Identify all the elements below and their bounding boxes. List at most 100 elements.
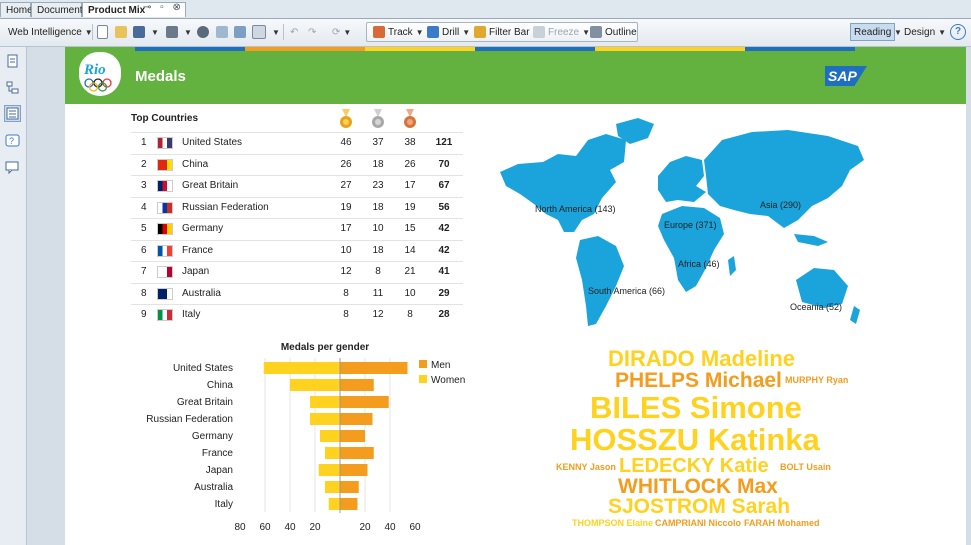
- country-flag-icon: [157, 158, 173, 171]
- rank-cell: 6: [141, 244, 147, 256]
- rank-cell: 4: [141, 201, 147, 213]
- bar-women: [328, 498, 340, 510]
- category-label: Australia: [194, 482, 233, 493]
- table-row[interactable]: 1 United States 46 37 38 121: [131, 132, 463, 154]
- table-row[interactable]: 4 Russian Federation 19 18 19 56: [131, 196, 463, 219]
- bronze-count-cell: 10: [404, 287, 416, 299]
- world-map: North America (143) Europe (371) Asia (2…: [500, 118, 864, 326]
- bar-men: [340, 498, 358, 510]
- outline-icon: [590, 26, 602, 39]
- map-region-indonesia: [794, 234, 828, 246]
- web-intelligence-menu[interactable]: Web Intelligence ▼: [8, 23, 93, 42]
- canvas-margin-left: [27, 47, 65, 545]
- banner-stripe: [595, 47, 745, 51]
- bar-men: [340, 413, 373, 425]
- bronze-count-cell: 19: [404, 201, 416, 213]
- document-summary-icon[interactable]: [4, 53, 21, 70]
- gold-count-cell: 27: [340, 180, 352, 191]
- x-tick-label: 20: [359, 522, 371, 533]
- track-label: Track: [388, 27, 413, 38]
- filter-bar-button[interactable]: Filter Bar: [474, 23, 530, 42]
- bar-women: [290, 379, 340, 391]
- bar-men: [340, 379, 374, 391]
- tab-actions: ⊸ ▫ ⊗: [143, 2, 181, 13]
- query-help-icon[interactable]: ?: [4, 132, 21, 149]
- map-label-europe: Europe (371): [664, 220, 717, 230]
- word-cloud-athlete: MURPHY Ryan: [785, 375, 849, 385]
- table-row[interactable]: 3 Great Britain 27 23 17 67: [131, 175, 463, 197]
- toolbar-separator: [92, 24, 93, 40]
- tab-documents[interactable]: Documents: [31, 2, 88, 17]
- bar-women: [263, 362, 340, 374]
- legend-swatch: [419, 360, 427, 368]
- save-icon[interactable]: ▼: [133, 23, 159, 42]
- toolbar: Web Intelligence ▼ ▼ ▼ ▼ ↶ ↷ ⟳ ▼ Track ▼ Dr…: [0, 19, 971, 47]
- category-label: Great Britain: [177, 397, 233, 408]
- country-name-cell: Japan: [182, 266, 210, 277]
- table-row[interactable]: 8 Australia 8 11 10 29: [131, 282, 463, 305]
- gold-medal-icon: [340, 109, 352, 128]
- table-row[interactable]: 6 France 10 18 14 42: [131, 239, 463, 262]
- map-region-madagascar: [728, 256, 736, 276]
- table-row[interactable]: 9 Italy 8 12 8 28: [131, 304, 463, 326]
- country-name-cell: Germany: [182, 223, 224, 234]
- export-icon[interactable]: [234, 23, 249, 42]
- rank-cell: 3: [141, 180, 147, 191]
- table-row[interactable]: 7 Japan 12 8 21 41: [131, 261, 463, 283]
- outline-button[interactable]: Outline: [590, 23, 637, 42]
- country-flag-icon: [157, 244, 173, 257]
- category-label: Italy: [215, 499, 233, 510]
- bar-women: [310, 396, 340, 408]
- country-name-cell: Italy: [182, 309, 201, 320]
- legend-swatch: [419, 375, 427, 383]
- page-title: Medals: [135, 68, 186, 85]
- popout-icon[interactable]: ▫: [160, 2, 164, 13]
- bronze-count-cell: 8: [407, 309, 413, 320]
- country-flag-icon: [157, 137, 173, 149]
- open-folder-icon[interactable]: [115, 23, 130, 42]
- undo-icon[interactable]: ↶: [290, 23, 298, 42]
- navigation-map-icon[interactable]: [4, 79, 21, 96]
- country-flag-icon: [157, 287, 173, 300]
- reading-dropdown-icon[interactable]: ▼: [891, 23, 902, 42]
- find-icon[interactable]: [197, 23, 212, 42]
- drill-icon: [427, 26, 439, 39]
- bronze-medal-icon: [404, 109, 416, 128]
- track-icon: [373, 26, 385, 39]
- email-icon[interactable]: ▼: [252, 23, 280, 42]
- track-changes-icon[interactable]: [216, 23, 231, 42]
- design-mode-button[interactable]: Design ▼: [904, 23, 946, 42]
- word-cloud-athlete: THOMPSON Elaine: [572, 518, 654, 528]
- banner-stripe: [135, 47, 245, 51]
- freeze-button[interactable]: Freeze ▼: [533, 23, 590, 42]
- silver-count-cell: 11: [372, 287, 384, 299]
- new-document-icon[interactable]: [97, 23, 111, 42]
- rio-logo-text: Rio: [83, 62, 106, 78]
- reading-mode-button[interactable]: Reading: [850, 23, 896, 41]
- bar-women: [310, 413, 340, 425]
- track-button[interactable]: Track ▼: [373, 23, 424, 42]
- redo-icon[interactable]: ↷: [308, 23, 316, 42]
- table-row[interactable]: 5 Germany 17 10 15 42: [131, 218, 463, 240]
- map-region-new-zealand: [850, 306, 860, 324]
- rank-cell: 2: [141, 158, 147, 170]
- close-tab-icon[interactable]: ⊗: [173, 2, 181, 13]
- outline-label: Outline: [605, 27, 637, 38]
- comments-icon[interactable]: [4, 159, 21, 176]
- banner-stripe: [745, 47, 855, 51]
- x-tick-label: 40: [284, 522, 296, 533]
- silver-count-cell: 12: [372, 309, 384, 320]
- print-icon[interactable]: ▼: [166, 23, 192, 42]
- table-row[interactable]: 2 China 26 18 26 70: [131, 153, 463, 176]
- total-count-cell: 70: [438, 158, 450, 170]
- input-controls-icon[interactable]: [4, 105, 21, 122]
- refresh-icon[interactable]: ⟳ ▼: [332, 23, 351, 42]
- pin-icon[interactable]: ⊸: [143, 2, 151, 13]
- gold-count-cell: 46: [340, 137, 352, 148]
- map-label-south-america: South America (66): [588, 286, 665, 296]
- help-icon[interactable]: ?: [950, 24, 966, 40]
- total-count-cell: 42: [438, 244, 450, 256]
- drill-button[interactable]: Drill ▼: [427, 23, 470, 42]
- tab-home[interactable]: Home: [0, 2, 33, 17]
- rank-cell: 5: [141, 223, 147, 234]
